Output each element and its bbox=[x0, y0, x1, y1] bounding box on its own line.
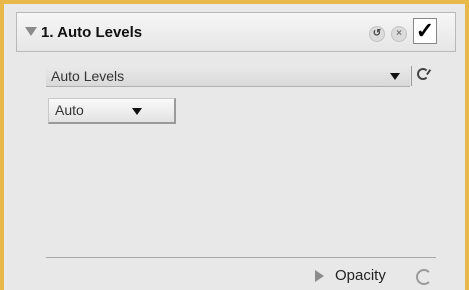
method-dropdown[interactable]: Auto Levels bbox=[46, 65, 410, 87]
enable-checkbox[interactable]: ✓ bbox=[413, 18, 437, 44]
reset-icon[interactable]: × bbox=[391, 26, 407, 42]
method-divider bbox=[411, 66, 412, 86]
filter-title: 1. Auto Levels bbox=[41, 24, 143, 41]
filter-header[interactable]: 1. Auto Levels ↺ × ✓ bbox=[16, 12, 456, 52]
undo-icon[interactable]: ↺ bbox=[369, 26, 385, 42]
mode-dropdown[interactable]: Auto bbox=[48, 98, 176, 124]
opacity-label[interactable]: Opacity bbox=[335, 267, 386, 284]
chevron-down-icon bbox=[132, 108, 142, 115]
opacity-mask-icon[interactable] bbox=[416, 269, 432, 285]
method-mask-icon[interactable] bbox=[417, 68, 429, 80]
chevron-down-icon bbox=[390, 73, 400, 80]
method-dropdown-value: Auto Levels bbox=[51, 68, 125, 84]
opacity-divider bbox=[46, 257, 436, 258]
expand-triangle-icon[interactable] bbox=[315, 270, 324, 282]
collapse-triangle-icon[interactable] bbox=[25, 27, 37, 36]
mode-dropdown-value: Auto bbox=[55, 102, 84, 118]
filter-panel: 1. Auto Levels ↺ × ✓ Auto Levels Auto Op… bbox=[0, 0, 469, 290]
